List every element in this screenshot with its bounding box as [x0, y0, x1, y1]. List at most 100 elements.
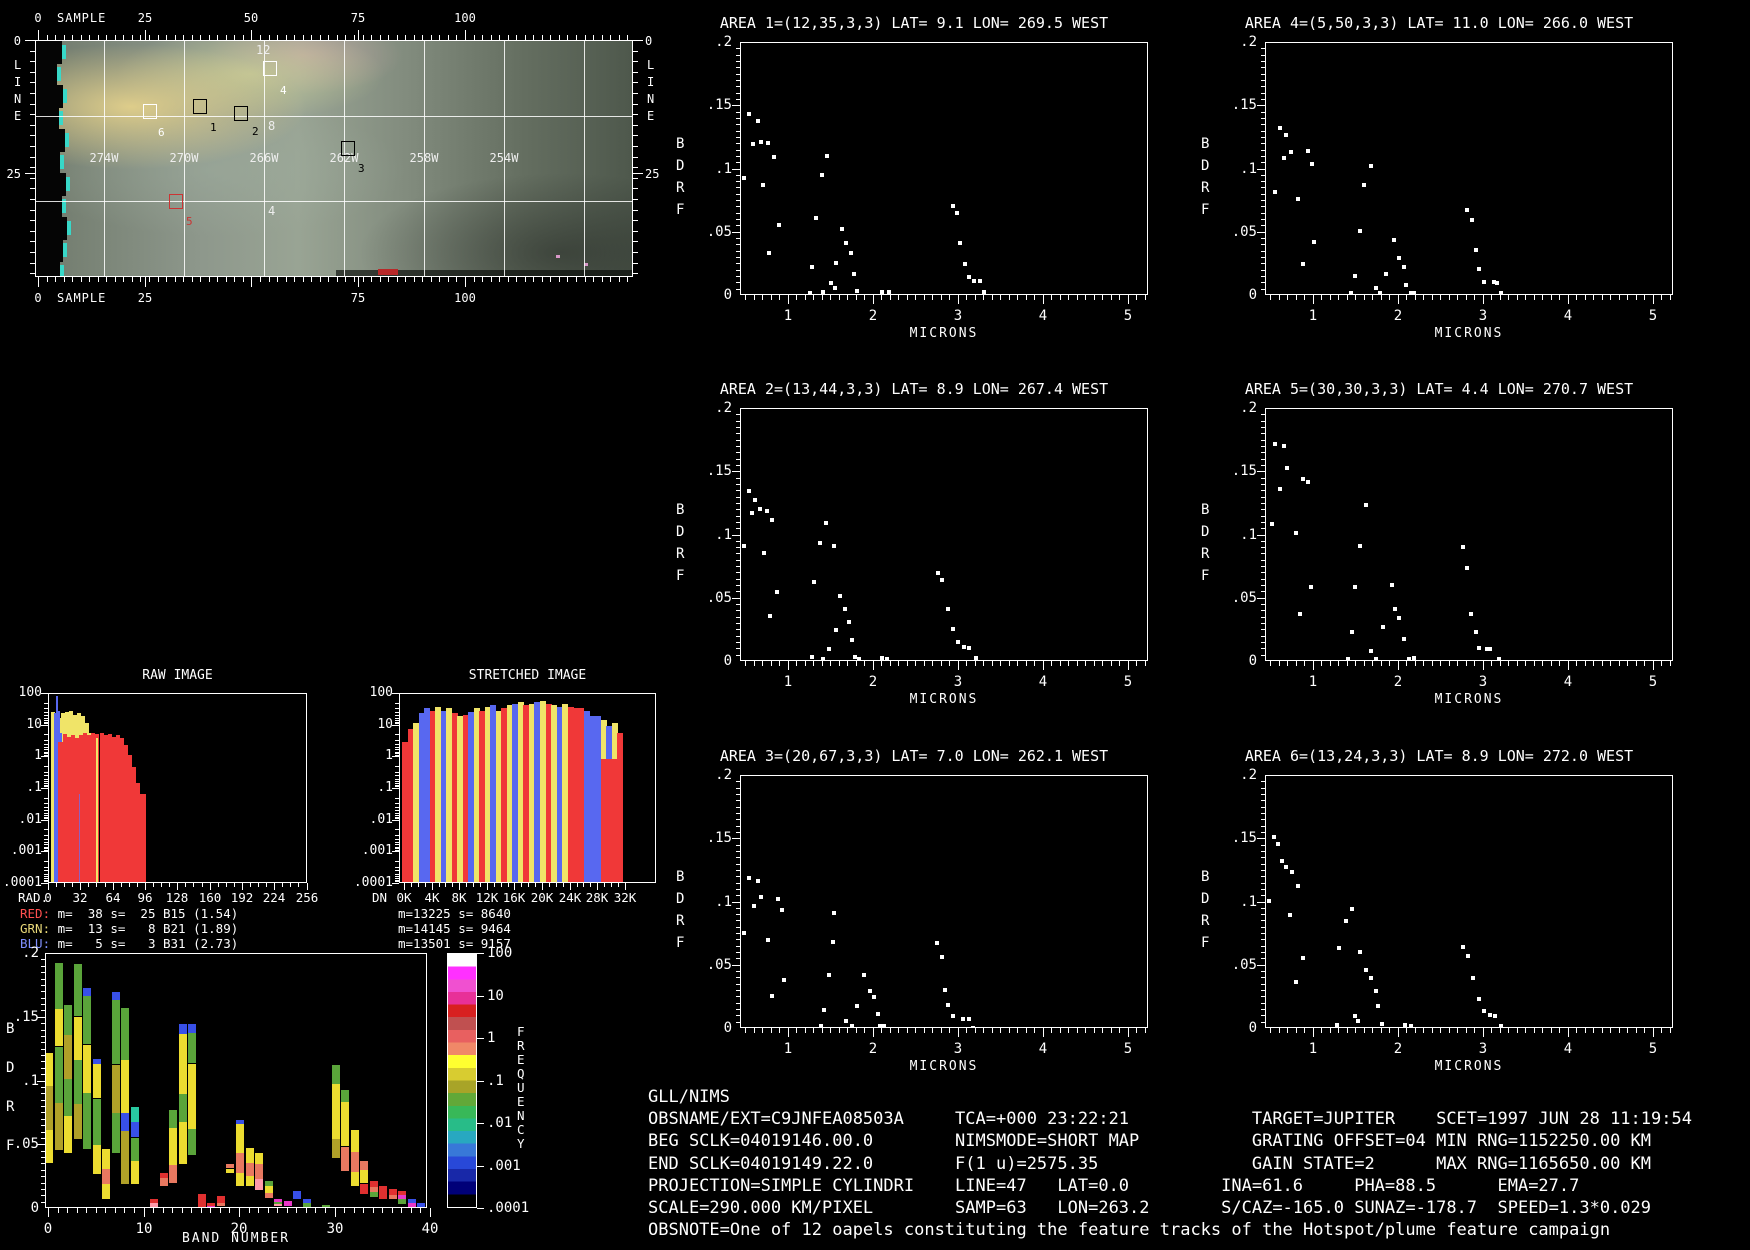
- tick: [175, 277, 176, 282]
- x-tick: [992, 295, 993, 300]
- freq-bar-segment: [417, 1203, 425, 1208]
- data-point: [1358, 544, 1362, 548]
- y-tick: [41, 979, 45, 980]
- freq-bar-segment: [74, 1060, 82, 1104]
- y-tick: [1261, 807, 1265, 808]
- freq-bar-segment: [188, 1024, 196, 1033]
- y-tick: [1261, 971, 1265, 972]
- x-tick: [898, 1028, 899, 1033]
- x-tick: [1619, 661, 1620, 666]
- x-tick: [796, 661, 797, 666]
- tick: [414, 277, 415, 282]
- y-tick: [1261, 452, 1265, 453]
- data-point: [885, 657, 889, 661]
- tick: [380, 277, 381, 282]
- y-tick: [1261, 289, 1265, 290]
- tick: [422, 35, 423, 40]
- y-tick: [41, 1138, 45, 1139]
- y-tick: [1261, 876, 1265, 877]
- x-tick: [1432, 1028, 1433, 1033]
- y-tick: [41, 1055, 45, 1056]
- y-tick: [1261, 604, 1265, 605]
- x-tick: [1551, 661, 1552, 666]
- x-minor-tick: [556, 883, 557, 887]
- y-minor-tick: [44, 876, 48, 877]
- x-tick: [941, 295, 942, 300]
- x-tick: [1060, 295, 1061, 300]
- hist-strip: [590, 716, 601, 883]
- x-tick: [1585, 295, 1586, 300]
- x-tick: [1449, 1028, 1450, 1033]
- x-tick: [1483, 661, 1484, 670]
- x-tick: [1644, 661, 1645, 666]
- sample-axis-label-bottom: SAMPLE: [57, 291, 106, 305]
- data-point: [1290, 870, 1294, 874]
- y-tick: [1261, 547, 1265, 548]
- y-tick: [1261, 800, 1265, 801]
- x-tick: [1128, 295, 1129, 304]
- y-tick: [736, 194, 740, 195]
- data-point: [1461, 945, 1465, 949]
- map-dark-limb: [36, 107, 59, 130]
- x-tick-label: 5: [1118, 1041, 1138, 1057]
- data-point: [936, 571, 940, 575]
- plot-title-area-1: AREA 1=(12,35,3,3) LAT= 9.1 LON= 269.5 W…: [680, 14, 1148, 32]
- y-tick-label: .05: [690, 224, 732, 240]
- x-minor-tick: [177, 883, 178, 887]
- y-tick: [1261, 194, 1265, 195]
- data-point: [776, 897, 780, 901]
- map-dark-limb: [36, 261, 60, 277]
- y-tick: [41, 959, 45, 960]
- y-tick: [1261, 864, 1265, 865]
- jupiter-map-image: 274W270W266W262W258W254W1284123456: [35, 40, 633, 277]
- y-tick: [736, 788, 740, 789]
- tick: [30, 93, 35, 94]
- tick: [30, 188, 35, 189]
- x-tick: [1610, 295, 1611, 300]
- x-tick: [1457, 1028, 1458, 1033]
- x-tick: [1457, 295, 1458, 300]
- tick: [363, 277, 364, 282]
- plot-title-area-4: AREA 4=(5,50,3,3) LAT= 11.0 LON= 266.0 W…: [1205, 14, 1673, 32]
- x-tick: [1423, 1028, 1424, 1033]
- freq-bar-segment: [169, 1110, 177, 1128]
- x-tick: [1559, 1028, 1560, 1033]
- bdrf-axis-label: D: [676, 891, 684, 907]
- data-point: [1477, 267, 1481, 271]
- y-minor-tick: [395, 876, 399, 877]
- data-point: [768, 614, 772, 618]
- y-tick: [1261, 80, 1265, 81]
- x-tick: [1017, 1028, 1018, 1033]
- x-tick: [745, 295, 746, 300]
- x-tick: [856, 1028, 857, 1033]
- y-tick-label: .15: [11, 1009, 39, 1025]
- freq-bar-segment: [246, 1163, 254, 1176]
- major-tick: [358, 277, 359, 287]
- sample-tick-label: 0: [20, 291, 56, 305]
- data-point: [1310, 162, 1314, 166]
- data-point: [1384, 272, 1388, 276]
- map-dark-limb: [36, 151, 60, 174]
- x-tick: [932, 1028, 933, 1033]
- x-tick: [201, 1208, 202, 1213]
- x-minor-tick: [226, 883, 227, 887]
- y-minor-tick: [44, 783, 48, 784]
- y-tick: [41, 966, 45, 967]
- colorbar-tick: [477, 996, 484, 997]
- plot-area-area-2: [740, 408, 1148, 661]
- data-point: [951, 1014, 955, 1018]
- y-tick: [1261, 794, 1265, 795]
- x-tick: [420, 1208, 421, 1213]
- x-tick: [1432, 661, 1433, 666]
- x-tick: [1415, 1028, 1416, 1033]
- x-tick: [432, 883, 433, 890]
- data-point: [1272, 835, 1276, 839]
- tick: [311, 35, 312, 40]
- tick: [542, 35, 543, 40]
- x-tick: [1440, 661, 1441, 666]
- y-tick: [1261, 623, 1265, 624]
- data-point: [1296, 884, 1300, 888]
- data-point: [810, 655, 814, 659]
- bdrf-axis-label: F: [676, 202, 684, 218]
- y-tick: [736, 162, 740, 163]
